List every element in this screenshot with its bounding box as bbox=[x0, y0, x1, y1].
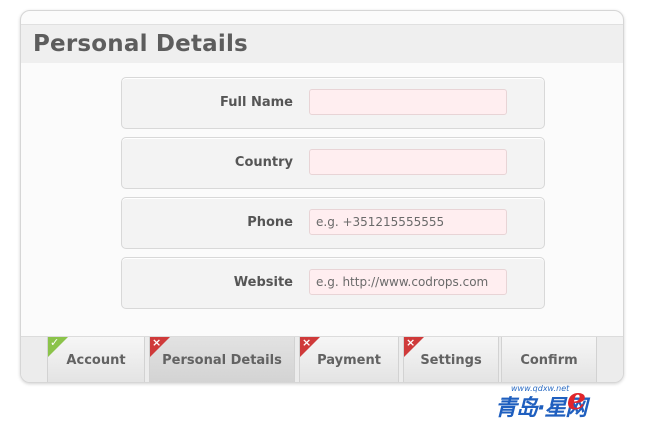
country-input[interactable] bbox=[309, 149, 507, 175]
field-row-website: Website bbox=[121, 257, 545, 309]
tab-confirm-label: Confirm bbox=[520, 353, 578, 368]
phone-label: Phone bbox=[247, 215, 293, 230]
page-title: Personal Details bbox=[33, 31, 248, 57]
step-tabs: ✓ Account × Personal Details × Payment ×… bbox=[21, 336, 623, 382]
phone-input[interactable] bbox=[309, 209, 507, 235]
form-panel: Personal Details Full Name Country Phone… bbox=[20, 10, 624, 383]
website-input[interactable] bbox=[309, 269, 507, 295]
tab-personal-details[interactable]: × Personal Details bbox=[149, 336, 295, 382]
tab-payment[interactable]: × Payment bbox=[299, 336, 399, 382]
watermark-logo: www.qdxw.net 青岛·星网 e bbox=[495, 382, 651, 421]
field-row-full-name: Full Name bbox=[121, 77, 545, 129]
tab-settings[interactable]: × Settings bbox=[403, 336, 499, 382]
full-name-input[interactable] bbox=[309, 89, 507, 115]
title-bar: Personal Details bbox=[21, 24, 623, 63]
error-mark: × bbox=[152, 336, 162, 349]
error-mark: × bbox=[406, 336, 416, 349]
field-row-phone: Phone bbox=[121, 197, 545, 249]
error-mark: × bbox=[302, 336, 312, 349]
country-label: Country bbox=[234, 155, 293, 170]
tab-confirm[interactable]: Confirm bbox=[501, 337, 597, 382]
tab-personal-details-label: Personal Details bbox=[162, 353, 282, 368]
full-name-label: Full Name bbox=[220, 95, 293, 110]
tab-account[interactable]: ✓ Account bbox=[47, 336, 145, 382]
watermark-letter: e bbox=[567, 382, 587, 417]
check-mark: ✓ bbox=[50, 336, 60, 349]
website-label: Website bbox=[233, 275, 293, 290]
field-row-country: Country bbox=[121, 137, 545, 189]
